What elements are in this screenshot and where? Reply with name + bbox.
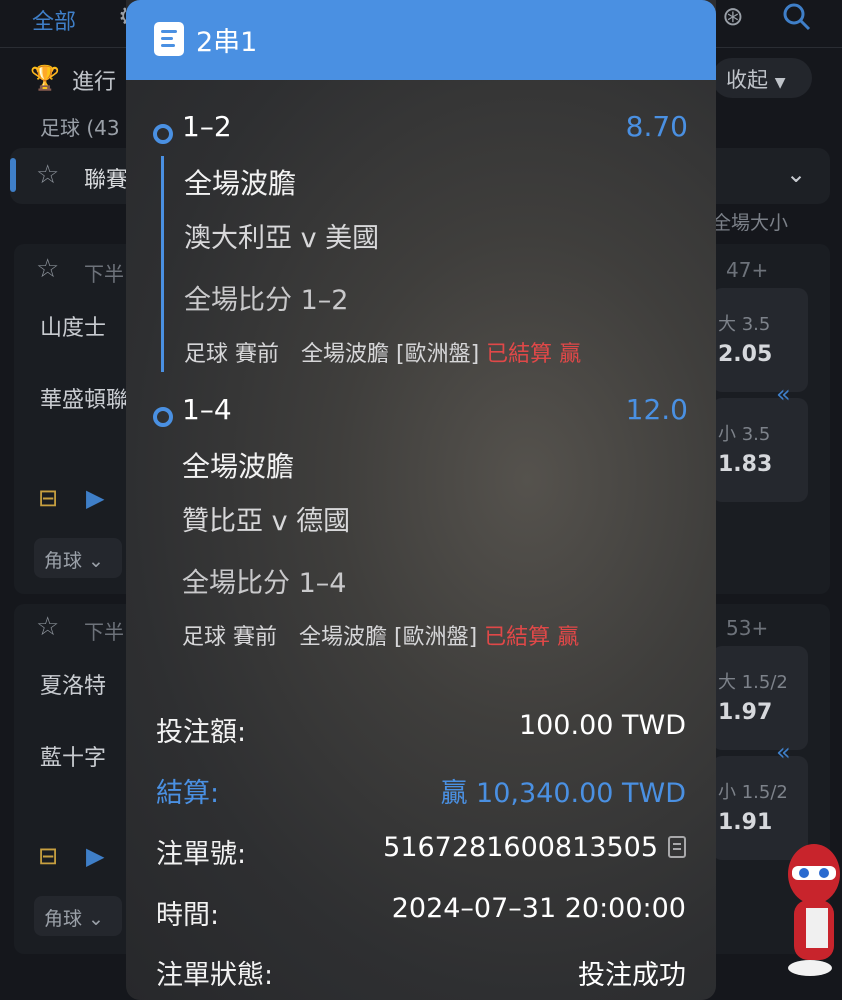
time-row: 時間: 2024–07–31 20:00:00 xyxy=(156,893,686,937)
stake-label: 投注額: xyxy=(156,717,247,748)
league-accent xyxy=(10,158,16,192)
status-row: 注單狀態: 投注成功 xyxy=(156,953,686,997)
odds-value: 2.05 xyxy=(718,342,773,367)
leg-match: 澳大利亞 v 美國 xyxy=(184,223,380,254)
settlement-row: 結算: 贏 10,340.00 TWD xyxy=(156,771,686,815)
trophy-icon: 🏆 xyxy=(30,64,60,92)
leg-status: 已結算 贏 xyxy=(484,625,580,650)
chevron-down-icon: ▼ xyxy=(774,75,786,91)
leg-dot-icon xyxy=(153,407,173,427)
corner-chip-label: 角球 xyxy=(44,550,83,572)
collapse-button[interactable]: 收起 ▼ xyxy=(712,58,812,98)
pitch-icon[interactable]: ⊟ xyxy=(38,484,58,512)
ticket-row: 注單號: 5167281600813505 xyxy=(156,832,686,876)
leg-meta-text: 足球 賽前 全場波膽 [歐洲盤] xyxy=(182,625,478,650)
copy-icon[interactable] xyxy=(668,836,686,858)
leg-connector xyxy=(161,156,164,372)
chevron-down-icon[interactable]: ⌄ xyxy=(786,160,806,188)
corner-chip[interactable]: 角球 ⌄ xyxy=(34,538,122,578)
leg-status: 已結算 贏 xyxy=(486,342,582,367)
stake-value: 100.00 TWD xyxy=(518,710,686,741)
status-value: 投注成功 xyxy=(578,960,686,991)
leg-meta: 足球 賽前 全場波膽 [歐洲盤] 已結算 贏 xyxy=(184,336,581,368)
away-team: 華盛頓聯 xyxy=(40,388,129,413)
modal-title: 2串1 xyxy=(196,27,258,58)
match-period: 下半 xyxy=(84,262,124,286)
collapse-label: 收起 xyxy=(726,68,768,92)
leg-odds: 8.70 xyxy=(625,110,688,143)
leg-odds: 12.0 xyxy=(625,393,688,426)
column-header: 全場大小 xyxy=(712,212,789,234)
corner-chip[interactable]: 角球 ⌄ xyxy=(34,896,122,936)
home-team: 夏洛特 xyxy=(40,674,107,699)
odds-label: 大 3.5 xyxy=(718,314,771,335)
odds-over-button[interactable]: 大 3.5 2.05 xyxy=(712,288,808,392)
odds-value: 1.91 xyxy=(718,810,773,835)
leg-score: 全場比分 1–2 xyxy=(184,285,349,316)
leg-meta: 足球 賽前 全場波膽 [歐洲盤] 已結算 贏 xyxy=(182,619,579,651)
double-chevron-icon[interactable]: « xyxy=(776,738,791,766)
leg-pick: 1–4 xyxy=(182,393,232,426)
time-label: 時間: xyxy=(156,900,220,931)
stake-row: 投注額: 100.00 TWD xyxy=(156,710,686,754)
market-count[interactable]: 53+ xyxy=(726,616,768,640)
time-value: 2024–07–31 20:00:00 xyxy=(391,893,686,924)
ticket-label: 注單號: xyxy=(156,839,247,870)
bet-detail-modal: 2串1 1–2 8.70 全場波膽 澳大利亞 v 美國 全場比分 1–2 足球 … xyxy=(126,0,716,1000)
leg-market: 全場波膽 xyxy=(184,167,297,200)
leg-dot-icon xyxy=(153,124,173,144)
odds-label: 大 1.5/2 xyxy=(718,672,788,693)
mascot-icon xyxy=(788,844,840,976)
video-icon[interactable]: ▶ xyxy=(86,484,104,512)
odds-over-button[interactable]: 大 1.5/2 1.97 xyxy=(712,646,808,750)
tab-all[interactable]: 全部 xyxy=(32,4,76,36)
sport-count-label: 足球 (43 xyxy=(40,116,120,140)
pitch-icon[interactable]: ⊟ xyxy=(38,842,58,870)
bet-leg: 1–2 8.70 全場波膽 澳大利亞 v 美國 全場比分 1–2 足球 賽前 全… xyxy=(126,110,716,380)
leg-match: 贊比亞 v 德國 xyxy=(182,506,351,537)
market-count[interactable]: 47+ xyxy=(726,258,768,282)
odds-value: 1.83 xyxy=(718,452,773,477)
status-label: 注單狀態: xyxy=(156,960,274,991)
star-icon[interactable]: ☆ xyxy=(36,160,59,190)
league-label: 聯賽 xyxy=(84,168,129,193)
leg-score: 全場比分 1–4 xyxy=(182,568,347,599)
star-icon[interactable]: ☆ xyxy=(36,254,59,284)
settlement-value: 贏 10,340.00 TWD xyxy=(440,778,686,809)
modal-header: 2串1 xyxy=(126,0,716,80)
double-chevron-icon[interactable]: « xyxy=(776,380,791,408)
odds-value: 1.97 xyxy=(718,700,773,725)
search-icon[interactable] xyxy=(782,2,812,39)
leg-pick: 1–2 xyxy=(182,110,232,143)
video-icon[interactable]: ▶ xyxy=(86,842,104,870)
away-team: 藍十字 xyxy=(40,746,107,771)
match-period: 下半 xyxy=(84,620,124,644)
leg-meta-text: 足球 賽前 全場波膽 [歐洲盤] xyxy=(184,342,480,367)
odds-label: 小 3.5 xyxy=(718,424,771,445)
ticket-number: 5167281600813505 xyxy=(383,832,658,863)
settlement-label: 結算: xyxy=(156,778,220,809)
star-icon[interactable]: ☆ xyxy=(36,612,59,642)
home-team: 山度士 xyxy=(40,316,107,341)
leg-market: 全場波膽 xyxy=(182,450,295,483)
ongoing-label[interactable]: 進行 xyxy=(72,64,116,96)
sport-icon[interactable]: ⊛ xyxy=(722,2,744,32)
bet-leg: 1–4 12.0 全場波膽 贊比亞 v 德國 全場比分 1–4 足球 賽前 全場… xyxy=(126,393,716,663)
ticket-value-wrap: 5167281600813505 xyxy=(383,832,686,863)
corner-chip-label: 角球 xyxy=(44,908,83,930)
odds-label: 小 1.5/2 xyxy=(718,782,788,803)
document-icon xyxy=(154,22,184,56)
odds-under-button[interactable]: 小 3.5 1.83 xyxy=(712,398,808,502)
